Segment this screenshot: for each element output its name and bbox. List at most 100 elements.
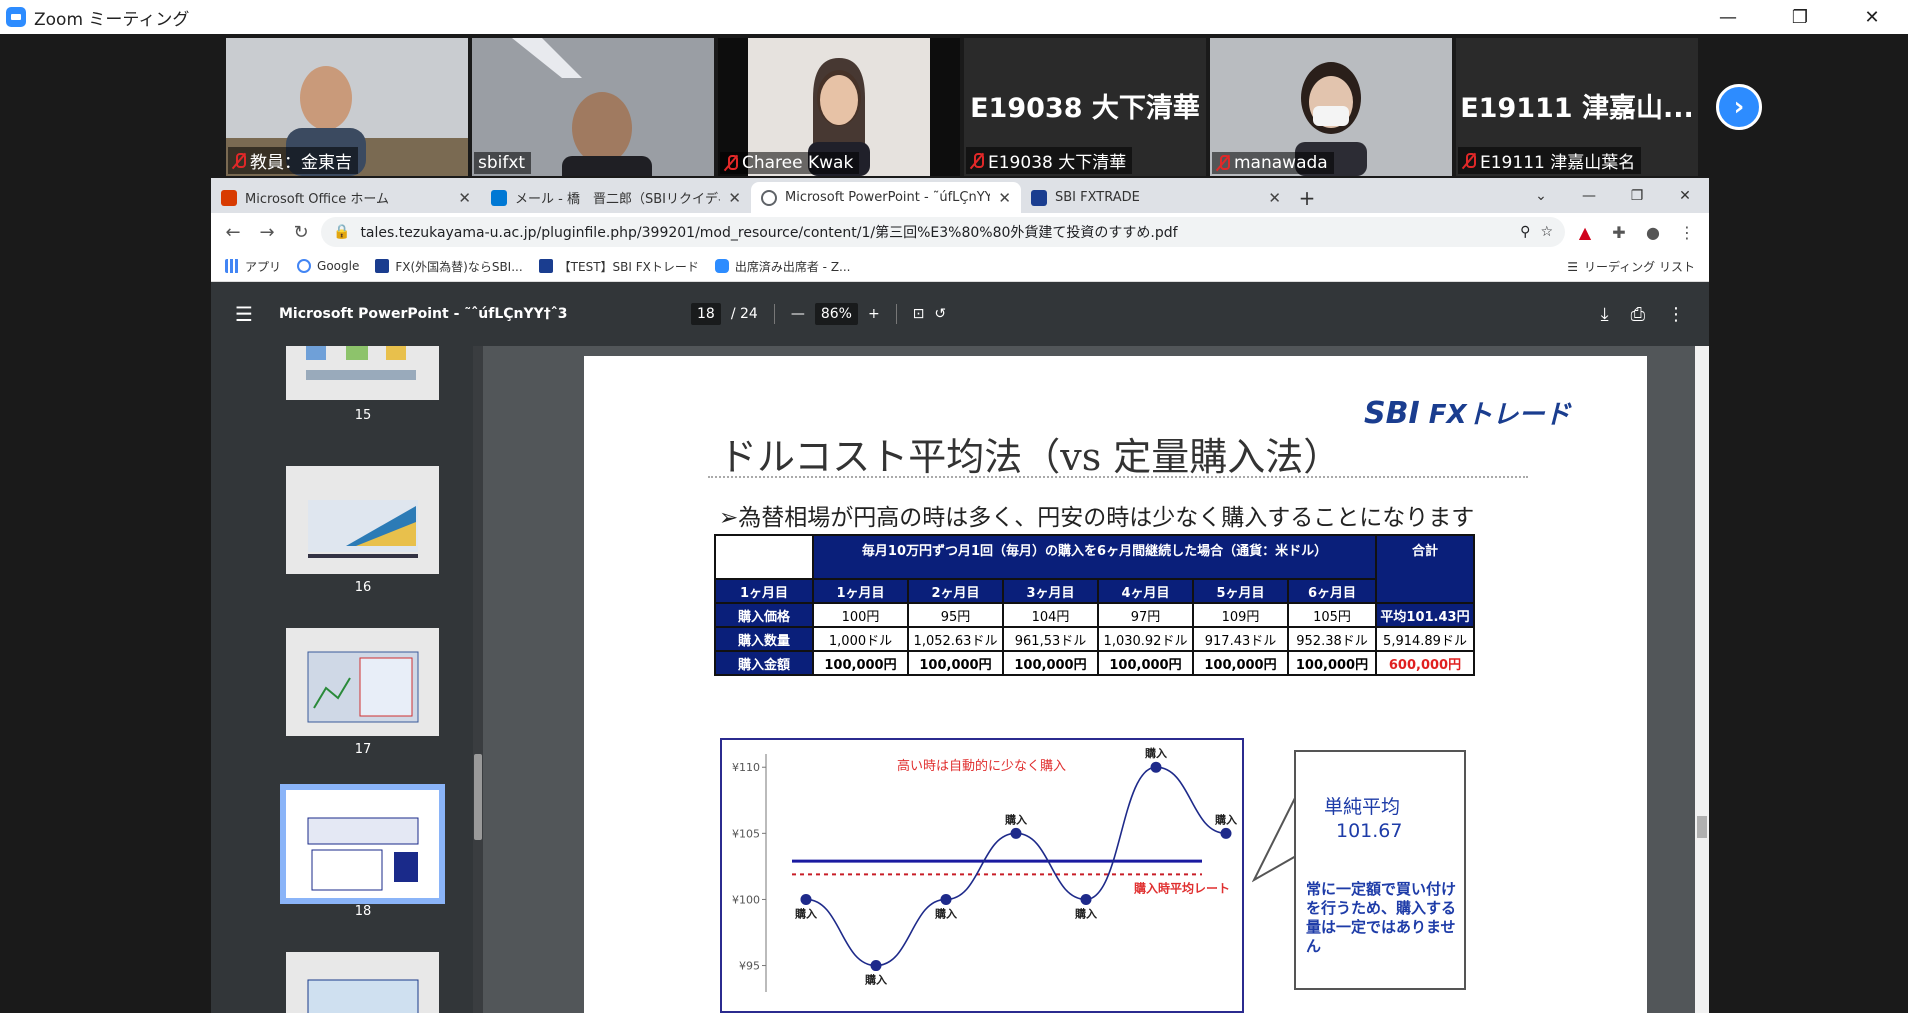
participant-name-tag: manawada <box>1212 152 1334 174</box>
download-icon[interactable]: ⤓ <box>1601 304 1609 325</box>
participant-tile[interactable]: E19038 大下清華 E19038 大下清華 <box>964 38 1206 176</box>
office-favicon-icon <box>221 189 237 206</box>
pdf-title: Microsoft PowerPoint - ˜ˆúfLÇnYY†ˆ3 <box>279 306 568 322</box>
table-row: 購入価格 100円 95円 104円 97円 109円 105円 平均101.4… <box>714 602 1475 628</box>
price-chart: ¥110 ¥105 ¥100 ¥95 購入 購入 購入 購入 購入 購入 購入 高い時は自動的に少なく… <box>720 738 1244 1013</box>
bookmark-sbi-fx[interactable]: FX(外国為替)ならSBI... <box>375 258 523 275</box>
participant-tile[interactable]: E19111 津嘉山... E19111 津嘉山葉名 <box>1456 38 1698 176</box>
bookmark-test-sbi[interactable]: 【TEST】SBI FXトレード <box>538 258 699 275</box>
extensions-puzzle-icon[interactable]: ✚ <box>1605 218 1633 246</box>
average-note-box: 単純平均 101.67 常に一定額で買い付けを行うため、購入する量は一定ではあり… <box>1294 750 1466 990</box>
browser-close-button[interactable]: ✕ <box>1661 178 1709 213</box>
reading-list-icon: ☰ <box>1567 259 1579 274</box>
restore-button[interactable]: ❐ <box>1764 0 1836 34</box>
browser-window: Microsoft Office ホーム ✕ メール - 橋 晋二郎（SBIリク… <box>211 178 1709 1013</box>
purchase-label: 購入 <box>1214 812 1237 826</box>
purchase-label: 購入 <box>794 906 817 920</box>
more-options-icon[interactable]: ⋮ <box>1667 304 1685 325</box>
table-row: 購入金額 100,000円 100,000円 100,000円 100,000円… <box>714 650 1475 676</box>
mic-muted-icon <box>970 152 984 170</box>
mic-muted-icon <box>1462 152 1476 170</box>
reading-list-button[interactable]: ☰ リーディング リスト <box>1567 251 1695 282</box>
reload-button[interactable]: ↻ <box>287 218 315 246</box>
tab-close-icon[interactable]: ✕ <box>998 189 1011 207</box>
bookmark-apps[interactable]: アプリ <box>225 258 281 275</box>
sbi-logo: SBI FXトレード <box>1364 396 1571 431</box>
address-bar[interactable]: 🔒 tales.tezukayama-u.ac.jp/pluginfile.ph… <box>321 217 1565 247</box>
purchase-label: 購入 <box>934 906 957 920</box>
browser-tab[interactable]: SBI FXTRADE ✕ <box>1021 182 1291 213</box>
rotate-icon[interactable]: ↺ <box>934 306 946 322</box>
participant-tile[interactable]: manawada <box>1210 38 1452 176</box>
participant-name-tag: E19111 津嘉山葉名 <box>1458 147 1642 174</box>
browser-toolbar: ← → ↻ 🔒 tales.tezukayama-u.ac.jp/pluginf… <box>211 213 1709 251</box>
y-tick-label: ¥95 <box>739 960 760 973</box>
next-participants-button[interactable]: › <box>1716 84 1762 130</box>
sidebar-scrollbar[interactable] <box>473 346 483 1013</box>
sbi-icon <box>538 259 553 273</box>
browser-tab-active[interactable]: Microsoft PowerPoint - ˜úfLÇnYY ✕ <box>751 182 1021 213</box>
zoom-level-input[interactable]: 86% <box>814 303 858 325</box>
browser-minimize-button[interactable]: — <box>1565 178 1613 213</box>
zoom-out-button[interactable]: — <box>791 306 805 322</box>
purchase-point <box>940 893 952 905</box>
bookmark-star-icon[interactable]: ☆ <box>1540 224 1553 240</box>
purchase-label: 購入 <box>1144 746 1167 760</box>
browser-tab[interactable]: Microsoft Office ホーム ✕ <box>211 182 481 213</box>
page-thumbnail[interactable] <box>286 346 439 400</box>
browser-tab[interactable]: メール - 橋 晋二郎（SBIリクイディティ ✕ <box>481 182 751 213</box>
y-tick-label: ¥110 <box>732 761 760 774</box>
page-thumbnail[interactable] <box>286 466 439 574</box>
average-label: 単純平均 <box>1324 796 1401 818</box>
average-value: 101.67 <box>1336 820 1403 842</box>
bookmark-google[interactable]: Google <box>297 259 359 273</box>
more-menu-icon[interactable]: ⋮ <box>1673 218 1701 246</box>
participant-strip: 教員：金東吉 sbifxt Charee Kwak E19038 大下清華 E1… <box>226 38 1698 176</box>
participant-tile[interactable]: Charee Kwak <box>718 38 960 176</box>
zoom-icon <box>714 259 729 273</box>
back-button[interactable]: ← <box>219 218 247 246</box>
tab-close-icon[interactable]: ✕ <box>1268 189 1281 207</box>
mic-muted-icon <box>232 152 246 170</box>
browser-restore-button[interactable]: ❐ <box>1613 178 1661 213</box>
purchase-label: 購入 <box>1004 812 1027 826</box>
tab-search-icon[interactable]: ⌄ <box>1517 178 1565 213</box>
sbi-icon <box>375 259 390 273</box>
zoom-in-button[interactable]: + <box>868 306 880 322</box>
page-thumbnail[interactable] <box>286 952 439 1013</box>
annotation-purchase-average: 購入時平均レート <box>1133 880 1230 895</box>
fit-page-icon[interactable]: ⊡ <box>913 306 925 322</box>
bookmark-attendance[interactable]: 出席済み出席者 - Z... <box>714 258 850 275</box>
forward-button[interactable]: → <box>253 218 281 246</box>
page-thumbnail[interactable] <box>286 628 439 736</box>
page-total: / 24 <box>730 306 758 322</box>
y-tick-label: ¥105 <box>732 827 760 840</box>
purchase-label: 購入 <box>864 973 887 987</box>
print-icon[interactable]: ⎙ <box>1631 304 1645 325</box>
participant-tile-active[interactable]: sbifxt <box>472 38 714 176</box>
close-button[interactable]: ✕ <box>1836 0 1908 34</box>
purchase-point <box>870 960 882 972</box>
y-tick-label: ¥100 <box>732 893 760 906</box>
zoom-icon[interactable]: ⚲ <box>1520 224 1530 240</box>
page-thumbnail-selected[interactable] <box>280 784 445 904</box>
tab-bar: Microsoft Office ホーム ✕ メール - 橋 晋二郎（SBIリク… <box>211 178 1709 213</box>
minimize-button[interactable]: — <box>1692 0 1764 34</box>
participant-tile[interactable]: 教員：金東吉 <box>226 38 468 176</box>
annotation-high-price: 高い時は自動的に少なく購入 <box>897 758 1066 774</box>
participant-name-tag: Charee Kwak <box>720 152 860 174</box>
participant-name-tag: E19038 大下清華 <box>966 147 1133 174</box>
hamburger-menu-icon[interactable]: ☰ <box>235 302 263 326</box>
sbi-favicon-icon <box>1031 189 1047 206</box>
tab-close-icon[interactable]: ✕ <box>458 189 471 207</box>
tab-close-icon[interactable]: ✕ <box>728 189 741 207</box>
chart-svg: ¥110¥105¥100¥95購入購入購入購入購入購入購入高い時は自動的に少なく… <box>732 746 1237 992</box>
new-tab-button[interactable]: + <box>1291 182 1323 213</box>
pdf-page-controls: 18 / 24 — 86% + ⊡ ↺ <box>691 282 946 346</box>
acrobat-extension-icon[interactable]: ▲ <box>1571 218 1599 246</box>
meeting-stage: 教員：金東吉 sbifxt Charee Kwak E19038 大下清華 E1… <box>0 34 1908 1013</box>
page-scrollbar[interactable] <box>1695 346 1709 1013</box>
page-number-input[interactable]: 18 <box>691 303 721 325</box>
note-text: 常に一定額で買い付けを行うため、購入する量は一定ではありません <box>1306 880 1457 955</box>
profile-avatar-icon[interactable]: ● <box>1639 218 1667 246</box>
